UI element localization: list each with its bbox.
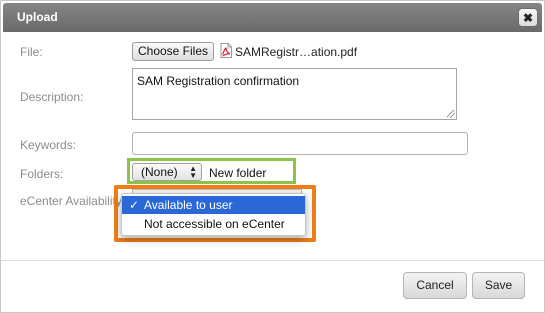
upload-dialog: Upload ✖ File: Choose Files SAMRegistr…a… — [0, 0, 545, 313]
cancel-button[interactable]: Cancel — [403, 272, 467, 299]
file-label: File: — [20, 45, 43, 59]
ecenter-dropdown-menu: ✓ Available to user Not accessible on eC… — [121, 193, 306, 236]
keywords-input[interactable] — [132, 132, 468, 155]
resize-grip-icon[interactable] — [447, 110, 455, 118]
close-icon: ✖ — [522, 10, 534, 25]
folder-selected-value: (None) — [141, 165, 178, 179]
ecenter-availability-label: eCenter Availability: — [20, 194, 126, 208]
selected-file-name: SAMRegistr…ation.pdf — [235, 45, 358, 59]
option-label: Not accessible on eCenter — [144, 217, 285, 231]
dialog-title: Upload — [17, 10, 58, 24]
updown-arrows-icon: ▲ ▼ — [189, 164, 197, 180]
description-textarea[interactable]: SAM Registration confirmation — [132, 68, 457, 120]
close-button[interactable]: ✖ — [518, 8, 538, 27]
keywords-label: Keywords: — [20, 138, 77, 152]
folder-select[interactable]: (None) ▲ ▼ — [132, 163, 202, 181]
description-text: SAM Registration confirmation — [137, 74, 300, 88]
option-available-to-user[interactable]: ✓ Available to user — [122, 196, 305, 214]
option-not-accessible[interactable]: Not accessible on eCenter — [122, 215, 305, 233]
checkmark-icon: ✓ — [129, 198, 140, 212]
footer-divider — [1, 260, 544, 261]
option-label: Available to user — [144, 198, 233, 212]
dialog-titlebar: Upload ✖ — [3, 3, 542, 32]
folders-label: Folders: — [20, 167, 64, 181]
choose-files-button[interactable]: Choose Files — [132, 42, 214, 61]
save-button[interactable]: Save — [472, 272, 525, 299]
description-label: Description: — [20, 90, 84, 104]
pdf-file-icon — [220, 43, 232, 58]
new-folder-link[interactable]: New folder — [209, 166, 266, 180]
